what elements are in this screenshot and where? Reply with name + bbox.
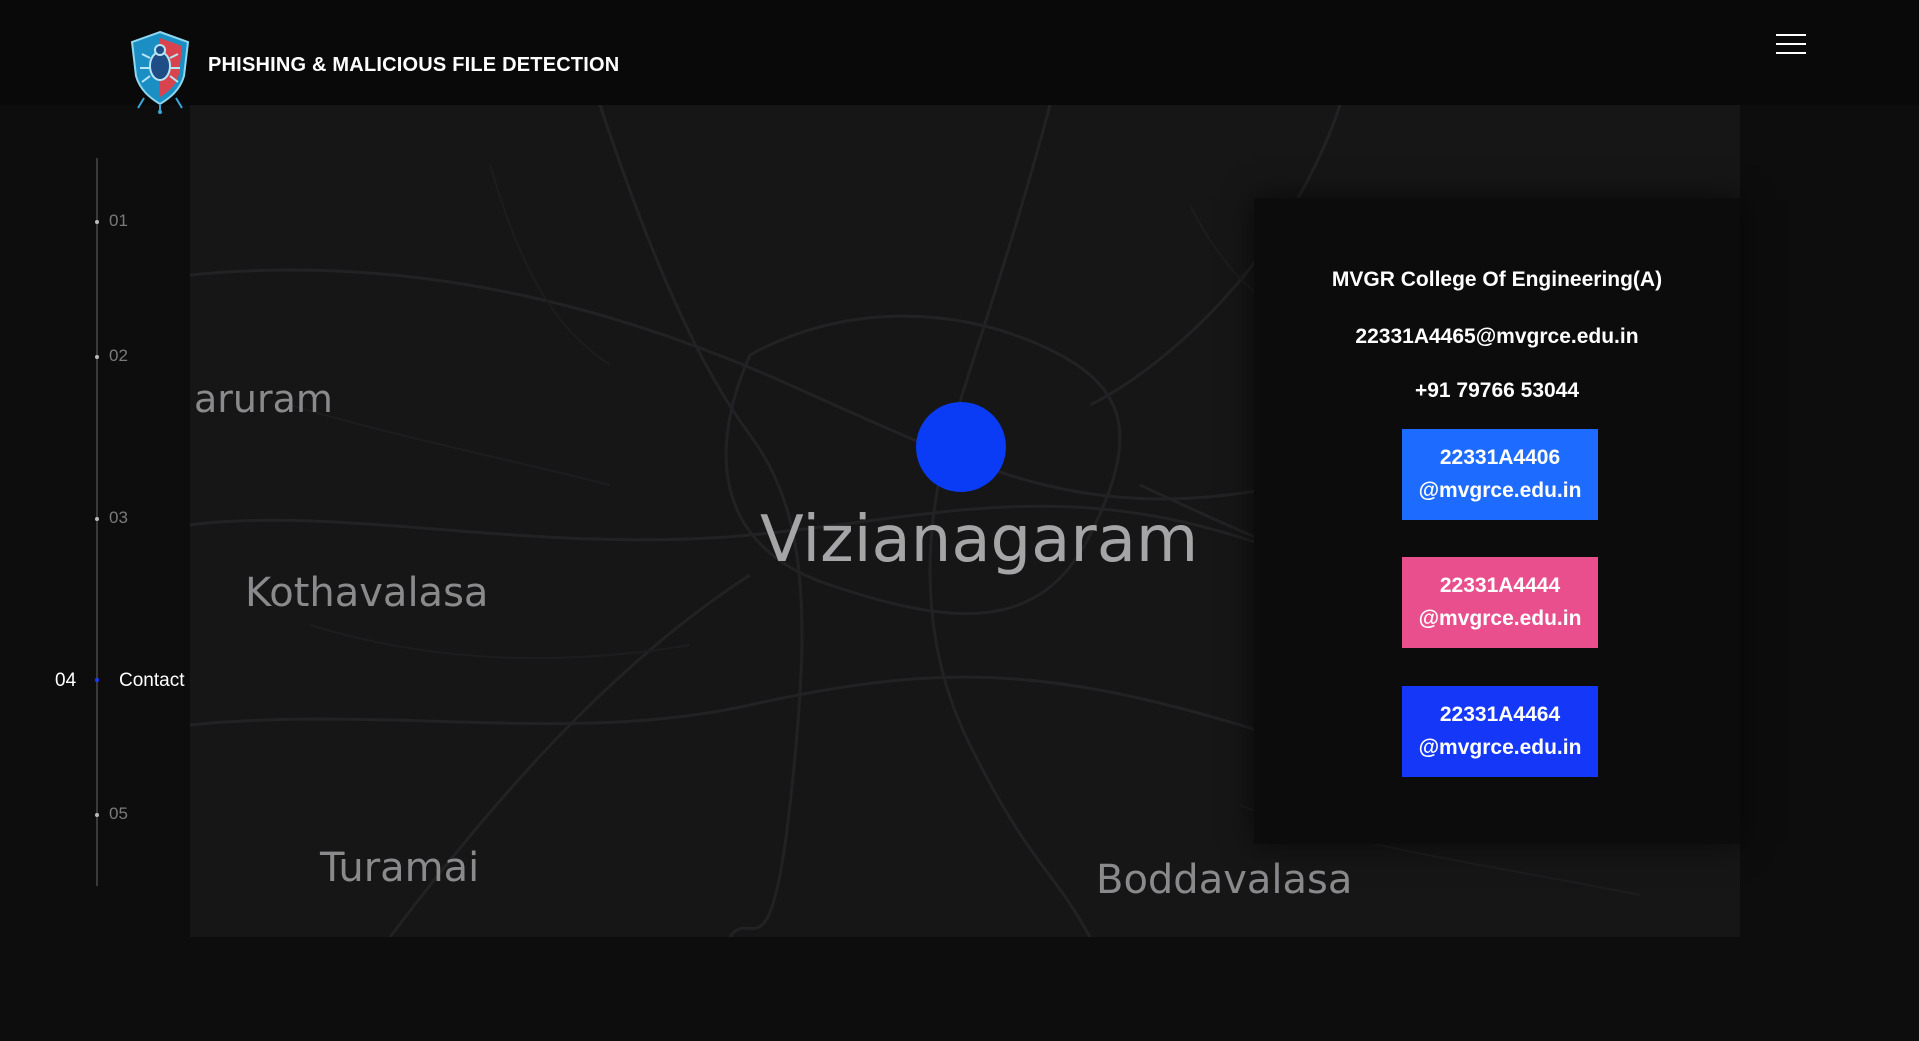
email-button-3[interactable]: 22331A4464 @mvgrce.edu.in <box>1402 686 1598 777</box>
sidenav-number: 02 <box>109 346 128 365</box>
header: PHISHING & MALICIOUS FILE DETECTION <box>0 0 1919 114</box>
place-label-boddavalasa: Boddavalasa <box>1096 857 1353 903</box>
contact-email[interactable]: 22331A4465@mvgrce.edu.in <box>1254 325 1740 349</box>
menu-bar <box>1776 52 1806 54</box>
sidenav-number: 03 <box>109 508 128 527</box>
place-label-aruram: aruram <box>194 377 333 421</box>
menu-bar <box>1776 43 1806 45</box>
sidenav-track <box>96 158 98 886</box>
email-button-id: 22331A4406 <box>1439 446 1561 469</box>
place-label-turamai: Turamai <box>320 845 480 891</box>
email-button-domain: @mvgrce.edu.in <box>1418 607 1582 630</box>
hamburger-menu-icon[interactable] <box>1776 34 1806 56</box>
sidenav-dot <box>95 517 99 521</box>
sidenav-active-number: 04 <box>55 670 77 691</box>
brand-title[interactable]: PHISHING & MALICIOUS FILE DETECTION <box>208 54 619 77</box>
sidenav-active-dot <box>95 678 99 682</box>
contact-card: MVGR College Of Engineering(A) 22331A446… <box>1254 198 1740 844</box>
sidenav-dot <box>95 355 99 359</box>
college-name: MVGR College Of Engineering(A) <box>1331 268 1663 291</box>
sidenav-dot <box>95 813 99 817</box>
email-button-1[interactable]: 22331A4406 @mvgrce.edu.in <box>1402 429 1598 520</box>
sidenav-active-label: Contact <box>119 670 185 691</box>
email-button-domain: @mvgrce.edu.in <box>1418 736 1582 759</box>
email-button-2[interactable]: 22331A4444 @mvgrce.edu.in <box>1402 557 1598 648</box>
sidenav-number: 05 <box>109 804 128 823</box>
email-button-id: 22331A4464 <box>1439 703 1561 726</box>
menu-bar <box>1776 34 1806 36</box>
shield-bug-icon[interactable] <box>124 28 196 114</box>
sidenav-dot <box>95 220 99 224</box>
place-label-vizianagaram: Vizianagaram <box>760 503 1199 577</box>
sidenav-number: 01 <box>109 211 128 230</box>
location-marker[interactable] <box>916 402 1006 492</box>
place-label-kothavalasa: Kothavalasa <box>245 570 489 616</box>
contact-phone[interactable]: +91 79766 53044 <box>1254 379 1740 403</box>
footer-area <box>0 937 1919 1041</box>
email-button-id: 22331A4444 <box>1439 574 1561 597</box>
email-button-domain: @mvgrce.edu.in <box>1418 479 1582 502</box>
page: aruram Kothavalasa Vizianagaram Turamai … <box>0 0 1919 1041</box>
